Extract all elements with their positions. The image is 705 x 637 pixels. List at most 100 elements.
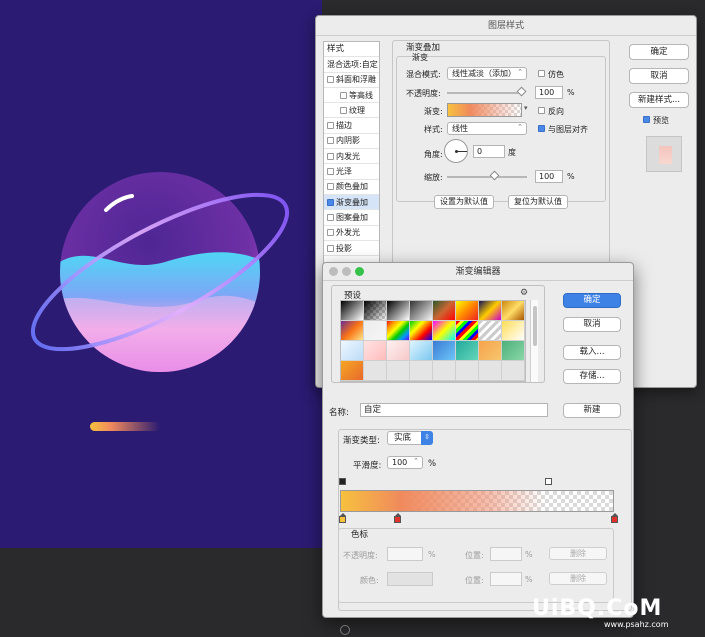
style-label: 样式: [424, 125, 443, 134]
sidebar-item-contour[interactable]: 等高线 [324, 88, 379, 104]
color-stop-red[interactable] [394, 513, 401, 523]
stop-location-label: 位置: [465, 551, 484, 560]
workspace-background [0, 548, 322, 637]
blend-mode-select[interactable]: 线性减淡（添加） [447, 67, 527, 80]
gear-icon[interactable]: ⚙ [520, 288, 528, 298]
new-button[interactable]: 新建 [563, 403, 621, 418]
color-stop-yellow[interactable] [339, 513, 346, 523]
stop-color-label: 颜色: [360, 576, 379, 585]
ok-button[interactable]: 确定 [629, 44, 689, 60]
watermark-url: www.psahz.com [604, 620, 669, 629]
sidebar-item-inner-glow[interactable]: 内发光 [324, 149, 379, 165]
smoothness-select[interactable]: 100 [387, 456, 423, 469]
subgroup-title: 渐变 [412, 53, 428, 62]
percent-sign: % [567, 88, 575, 97]
sidebar-item-satin[interactable]: 光泽 [324, 164, 379, 180]
opacity-stop-left[interactable] [339, 478, 346, 487]
sidebar-item-color-overlay[interactable]: 颜色叠加 [324, 180, 379, 195]
preview-checkbox[interactable] [643, 116, 650, 123]
percent-sign: % [567, 172, 575, 181]
presets-scrollbar[interactable] [530, 300, 538, 382]
sidebar-item-drop-shadow[interactable]: 投影 [324, 241, 379, 257]
opacity-slider[interactable] [447, 92, 522, 94]
reset-default-button[interactable]: 复位为默认值 [508, 195, 568, 209]
align-label: 与图层对齐 [548, 125, 588, 134]
gradient-editor-title: 渐变编辑器 [455, 267, 501, 277]
opacity-stop-mid[interactable] [545, 478, 552, 487]
site-watermark: UiBQ.CoM www.psahz.com [532, 596, 669, 629]
angle-dial[interactable] [444, 139, 468, 163]
stop-location-label: 位置: [465, 576, 484, 585]
minimize-icon[interactable] [342, 267, 351, 276]
sidebar-item-outer-glow[interactable]: 外发光 [324, 226, 379, 241]
preset-swatch-grid[interactable] [340, 300, 526, 382]
color-stops-group [338, 528, 614, 603]
dither-label: 仿色 [548, 70, 564, 79]
percent-sign: % [428, 550, 436, 559]
chevron-updown-icon: ⇳ [421, 431, 433, 445]
checkbox[interactable] [340, 106, 347, 114]
blend-mode-label: 混合模式: [406, 70, 441, 79]
ok-button[interactable]: 确定 [563, 293, 621, 308]
cancel-button[interactable]: 取消 [563, 317, 621, 332]
new-style-button[interactable]: 新建样式... [629, 92, 689, 108]
scale-label: 缩放: [424, 173, 443, 182]
percent-sign: % [428, 459, 437, 469]
gradient-editor-dialog: 渐变编辑器 预设 ⚙ 确定 取消 载入... 存储... 名称: 自定 新建 渐… [322, 262, 634, 618]
checkbox[interactable] [327, 122, 334, 130]
gradient-type-select[interactable]: 实底 ⇳ [387, 431, 433, 445]
reverse-label: 反向 [548, 107, 564, 116]
sidebar-item-bevel[interactable]: 斜面和浮雕 [324, 73, 379, 88]
chevron-down-icon[interactable]: ▾ [524, 104, 532, 116]
checkbox[interactable] [327, 244, 334, 252]
set-default-button[interactable]: 设置为默认值 [434, 195, 494, 209]
cancel-button[interactable]: 取消 [629, 68, 689, 84]
style-preview-thumbnail [646, 136, 682, 172]
stop-color-location-input[interactable] [490, 572, 522, 586]
color-stop-end[interactable] [611, 513, 618, 523]
sidebar-item-texture[interactable]: 纹理 [324, 103, 379, 119]
checkbox[interactable] [327, 137, 334, 145]
checkbox[interactable] [340, 91, 347, 99]
artboard-canvas [0, 0, 322, 548]
gradient-preview-bar[interactable] [340, 490, 614, 512]
checkbox[interactable] [327, 213, 334, 221]
sidebar-item-stroke[interactable]: 描边 [324, 118, 379, 134]
gradient-swatch[interactable] [447, 103, 522, 117]
save-button[interactable]: 存储... [563, 369, 621, 384]
gradient-editor-titlebar: 渐变编辑器 [323, 263, 633, 281]
zoom-icon[interactable] [355, 267, 364, 276]
stop-location-input[interactable] [490, 547, 522, 561]
sidebar-item-inner-shadow[interactable]: 内阴影 [324, 134, 379, 150]
reverse-checkbox[interactable] [538, 107, 545, 114]
checkbox[interactable] [327, 152, 334, 160]
align-checkbox[interactable] [538, 125, 545, 132]
sidebar-item-pattern-overlay[interactable]: 图案叠加 [324, 210, 379, 226]
scale-input[interactable]: 100 [535, 170, 563, 183]
sidebar-item-gradient-overlay[interactable]: 渐变叠加 [324, 194, 379, 211]
checkbox[interactable] [327, 229, 334, 237]
gradient-type-label: 渐变类型: [343, 436, 380, 446]
opacity-input[interactable]: 100 [535, 86, 563, 99]
style-select[interactable]: 线性 [447, 122, 527, 135]
stop-opacity-input[interactable] [387, 547, 423, 561]
delete-opacity-stop-button[interactable]: 删除 [549, 547, 607, 560]
planet-illustration [30, 172, 290, 431]
close-icon[interactable] [329, 267, 338, 276]
blend-options-item[interactable]: 混合选项:自定 [324, 57, 379, 73]
checkbox[interactable] [327, 76, 334, 84]
checkbox[interactable] [327, 183, 334, 191]
stop-color-swatch[interactable] [387, 572, 433, 586]
dither-checkbox[interactable] [538, 70, 545, 77]
gradient-name-input[interactable]: 自定 [360, 403, 548, 417]
angle-input[interactable]: 0 [473, 145, 505, 158]
checkbox[interactable] [327, 168, 334, 176]
checkbox-checked[interactable] [327, 198, 334, 206]
load-button[interactable]: 载入... [563, 345, 621, 360]
stop-opacity-label: 不透明度: [343, 551, 378, 560]
layer-style-title: 图层样式 [316, 16, 696, 36]
delete-color-stop-button[interactable]: 删除 [549, 572, 607, 585]
scale-slider[interactable] [447, 176, 527, 178]
smoothness-label: 平滑度: [353, 461, 382, 471]
angle-label: 角度: [424, 150, 443, 159]
